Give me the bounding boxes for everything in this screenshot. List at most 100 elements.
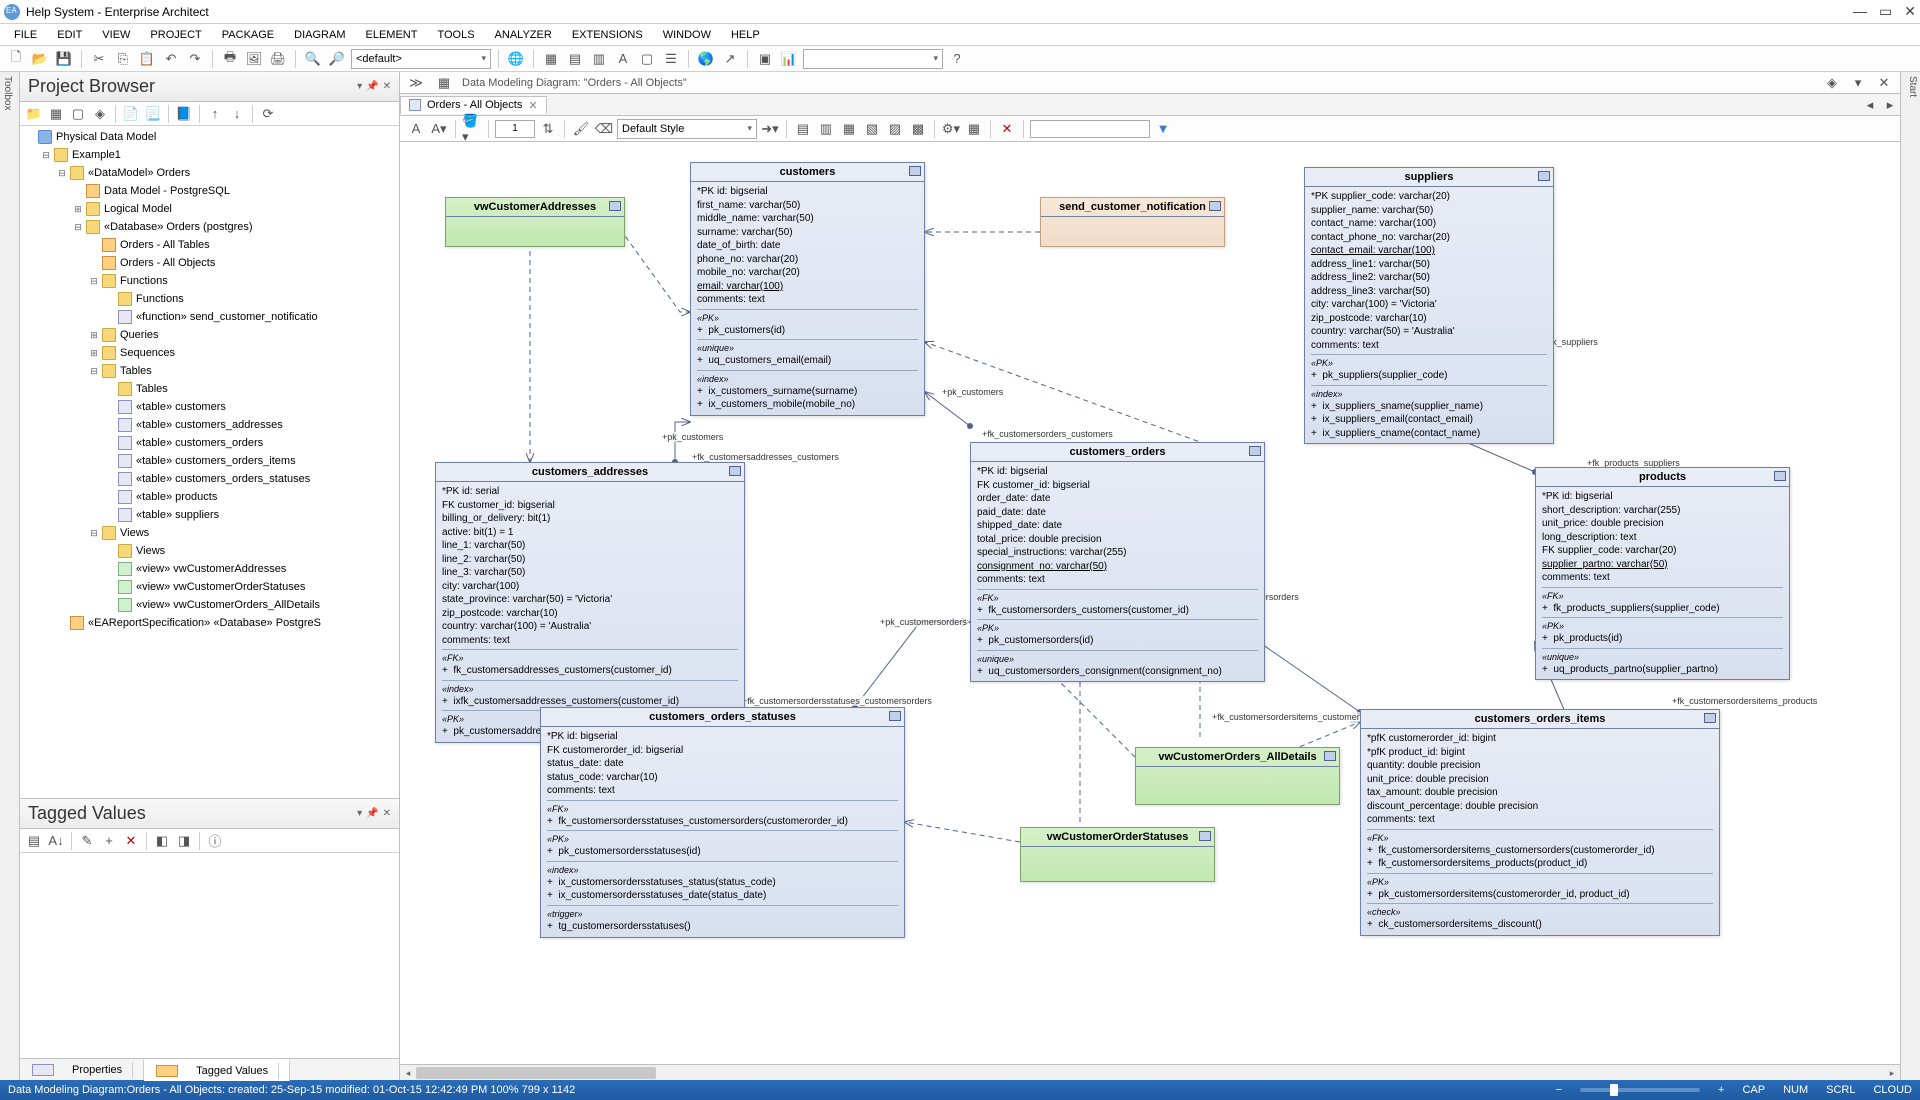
tree-row[interactable]: ⊟Tables xyxy=(20,362,399,380)
entity-send-customer-notification[interactable]: send_customer_notification xyxy=(1040,197,1225,247)
entity-customers-orders-items[interactable]: customers_orders_items*pfK customerorder… xyxy=(1360,709,1720,936)
menu-window[interactable]: WINDOW xyxy=(655,27,719,43)
filter-icon[interactable]: ▼ xyxy=(1153,119,1173,139)
zoom-minus-icon[interactable]: − xyxy=(1556,1084,1562,1096)
grid-icon[interactable]: ▦ xyxy=(964,119,984,139)
tree-row[interactable]: ⊟Functions xyxy=(20,272,399,290)
print-icon[interactable]: 🖶 xyxy=(220,49,240,69)
tagged-close-icon[interactable]: ✕ xyxy=(383,808,391,819)
tab-tagged-values[interactable]: Tagged Values xyxy=(144,1059,290,1081)
layout2-icon[interactable]: ▤ xyxy=(565,49,585,69)
new-diagram-icon[interactable]: ▦ xyxy=(46,104,66,124)
align1-icon[interactable]: ▤ xyxy=(793,119,813,139)
tagged-dropdown-icon[interactable]: ▾ xyxy=(357,808,362,819)
size-icon[interactable]: A▾ xyxy=(429,119,449,139)
up-icon[interactable]: ↑ xyxy=(205,104,225,124)
crumb-close-icon[interactable]: ✕ xyxy=(1874,73,1894,93)
style-combo[interactable]: Default Style xyxy=(617,119,757,139)
scroll-right-icon[interactable]: ▸ xyxy=(1884,1065,1900,1081)
horizontal-scrollbar[interactable]: ◂ ▸ xyxy=(400,1064,1900,1080)
tree-row[interactable]: ⊟Views xyxy=(20,524,399,542)
entity-vwcustomeraddresses[interactable]: vwCustomerAddresses xyxy=(445,197,625,247)
menu-element[interactable]: ELEMENT xyxy=(357,27,425,43)
tree-row[interactable]: «function» send_customer_notificatio xyxy=(20,308,399,326)
layout3-icon[interactable]: ▥ xyxy=(589,49,609,69)
delete-icon[interactable]: ✕ xyxy=(997,119,1017,139)
note-icon[interactable]: ▢ xyxy=(637,49,657,69)
tree-row[interactable]: Functions xyxy=(20,290,399,308)
save-icon[interactable]: 💾 xyxy=(54,49,74,69)
menu-diagram[interactable]: DIAGRAM xyxy=(286,27,353,43)
menu-package[interactable]: PACKAGE xyxy=(214,27,282,43)
tag-cat-icon[interactable]: ▤ xyxy=(24,831,44,851)
doc-tab-orders[interactable]: Orders - All Objects ✕ xyxy=(400,96,547,114)
menu-file[interactable]: FILE xyxy=(6,27,45,43)
list-icon[interactable]: ☰ xyxy=(661,49,681,69)
zoom-input[interactable] xyxy=(495,120,535,138)
menu-extensions[interactable]: EXTENSIONS xyxy=(564,27,651,43)
tree-row[interactable]: Physical Data Model xyxy=(20,128,399,146)
entity-customers-orders-statuses[interactable]: customers_orders_statuses*PK id: bigseri… xyxy=(540,707,905,938)
tag-add-icon[interactable]: + xyxy=(99,831,119,851)
tree-row[interactable]: Orders - All Objects xyxy=(20,254,399,272)
globe-icon[interactable]: 🌐 xyxy=(506,49,526,69)
print-preview-icon[interactable]: 🖼 xyxy=(244,49,264,69)
entity-customers[interactable]: customers*PK id: bigserial first_name: v… xyxy=(690,162,925,416)
align5-icon[interactable]: ▨ xyxy=(885,119,905,139)
tab-nav-next-icon[interactable]: ▸ xyxy=(1880,95,1900,115)
entity-customers-orders[interactable]: customers_orders*PK id: bigserial FK cus… xyxy=(970,442,1265,682)
tag-info-icon[interactable]: ⓘ xyxy=(205,831,225,851)
menu-tools[interactable]: TOOLS xyxy=(429,27,482,43)
tree-row[interactable]: «EAReportSpecification» «Database» Postg… xyxy=(20,614,399,632)
zoom-slider[interactable] xyxy=(1580,1088,1700,1092)
toolbox-tab[interactable]: Toolbox xyxy=(0,72,20,1080)
tree-row[interactable]: ⊞Logical Model xyxy=(20,200,399,218)
zoom-plus-icon[interactable]: + xyxy=(1718,1084,1724,1096)
cut-icon[interactable]: ✂ xyxy=(89,49,109,69)
panel-dropdown-icon[interactable]: ▾ xyxy=(357,81,362,92)
crumb-btn2-icon[interactable]: ▾ xyxy=(1848,73,1868,93)
refresh-icon[interactable]: ⟳ xyxy=(258,104,278,124)
layout4-icon[interactable]: ▣ xyxy=(755,49,775,69)
tag-sort-icon[interactable]: A↓ xyxy=(46,831,66,851)
paste-icon[interactable]: 📋 xyxy=(137,49,157,69)
eraser-icon[interactable]: ⌫ xyxy=(594,119,614,139)
align3-icon[interactable]: ▦ xyxy=(839,119,859,139)
text-icon[interactable]: A xyxy=(613,49,633,69)
tag-edit-icon[interactable]: ✎ xyxy=(77,831,97,851)
tree-row[interactable]: «table» products xyxy=(20,488,399,506)
new-element-icon[interactable]: ▢ xyxy=(68,104,88,124)
font-icon[interactable]: A xyxy=(406,119,426,139)
world-icon[interactable]: 🌎 xyxy=(696,49,716,69)
new-model-icon[interactable]: ◈ xyxy=(90,104,110,124)
tree-row[interactable]: Tables xyxy=(20,380,399,398)
entity-vwcustomerorders-alldetails[interactable]: vwCustomerOrders_AllDetails xyxy=(1135,747,1340,805)
entity-suppliers[interactable]: suppliers*PK supplier_code: varchar(20) … xyxy=(1304,167,1554,444)
workspace-combo[interactable] xyxy=(803,49,943,69)
book-icon[interactable]: 📘 xyxy=(174,104,194,124)
doc2-icon[interactable]: 📃 xyxy=(143,104,163,124)
help-icon[interactable]: ? xyxy=(947,49,967,69)
diagram-canvas[interactable]: +pk_customers +fk_customersaddresses_cus… xyxy=(400,142,1900,1064)
tree-row[interactable]: «table» customers xyxy=(20,398,399,416)
tree-row[interactable]: «view» vwCustomerOrders_AllDetails xyxy=(20,596,399,614)
chart-icon[interactable]: 📊 xyxy=(779,49,799,69)
crumb-btn1-icon[interactable]: ◈ xyxy=(1822,73,1842,93)
tree-row[interactable]: «view» vwCustomerAddresses xyxy=(20,560,399,578)
menu-project[interactable]: PROJECT xyxy=(142,27,209,43)
tree-row[interactable]: «table» customers_orders xyxy=(20,434,399,452)
tree-row[interactable]: «table» customers_addresses xyxy=(20,416,399,434)
filter-input[interactable] xyxy=(1030,120,1150,138)
down-icon[interactable]: ↓ xyxy=(227,104,247,124)
menu-analyzer[interactable]: ANALYZER xyxy=(487,27,560,43)
tree-row[interactable]: Views xyxy=(20,542,399,560)
gear-icon[interactable]: ⚙▾ xyxy=(941,119,961,139)
zoom-spin-icon[interactable]: ⇅ xyxy=(538,119,558,139)
align6-icon[interactable]: ▩ xyxy=(908,119,928,139)
open-icon[interactable]: 📂 xyxy=(30,49,50,69)
tree-row[interactable]: «table» customers_orders_items xyxy=(20,452,399,470)
tree-row[interactable]: «table» suppliers xyxy=(20,506,399,524)
tree-row[interactable]: ⊞Sequences xyxy=(20,344,399,362)
project-tree[interactable]: Physical Data Model⊟Example1⊟«DataModel»… xyxy=(20,126,399,798)
connector-icon[interactable]: ↗ xyxy=(720,49,740,69)
